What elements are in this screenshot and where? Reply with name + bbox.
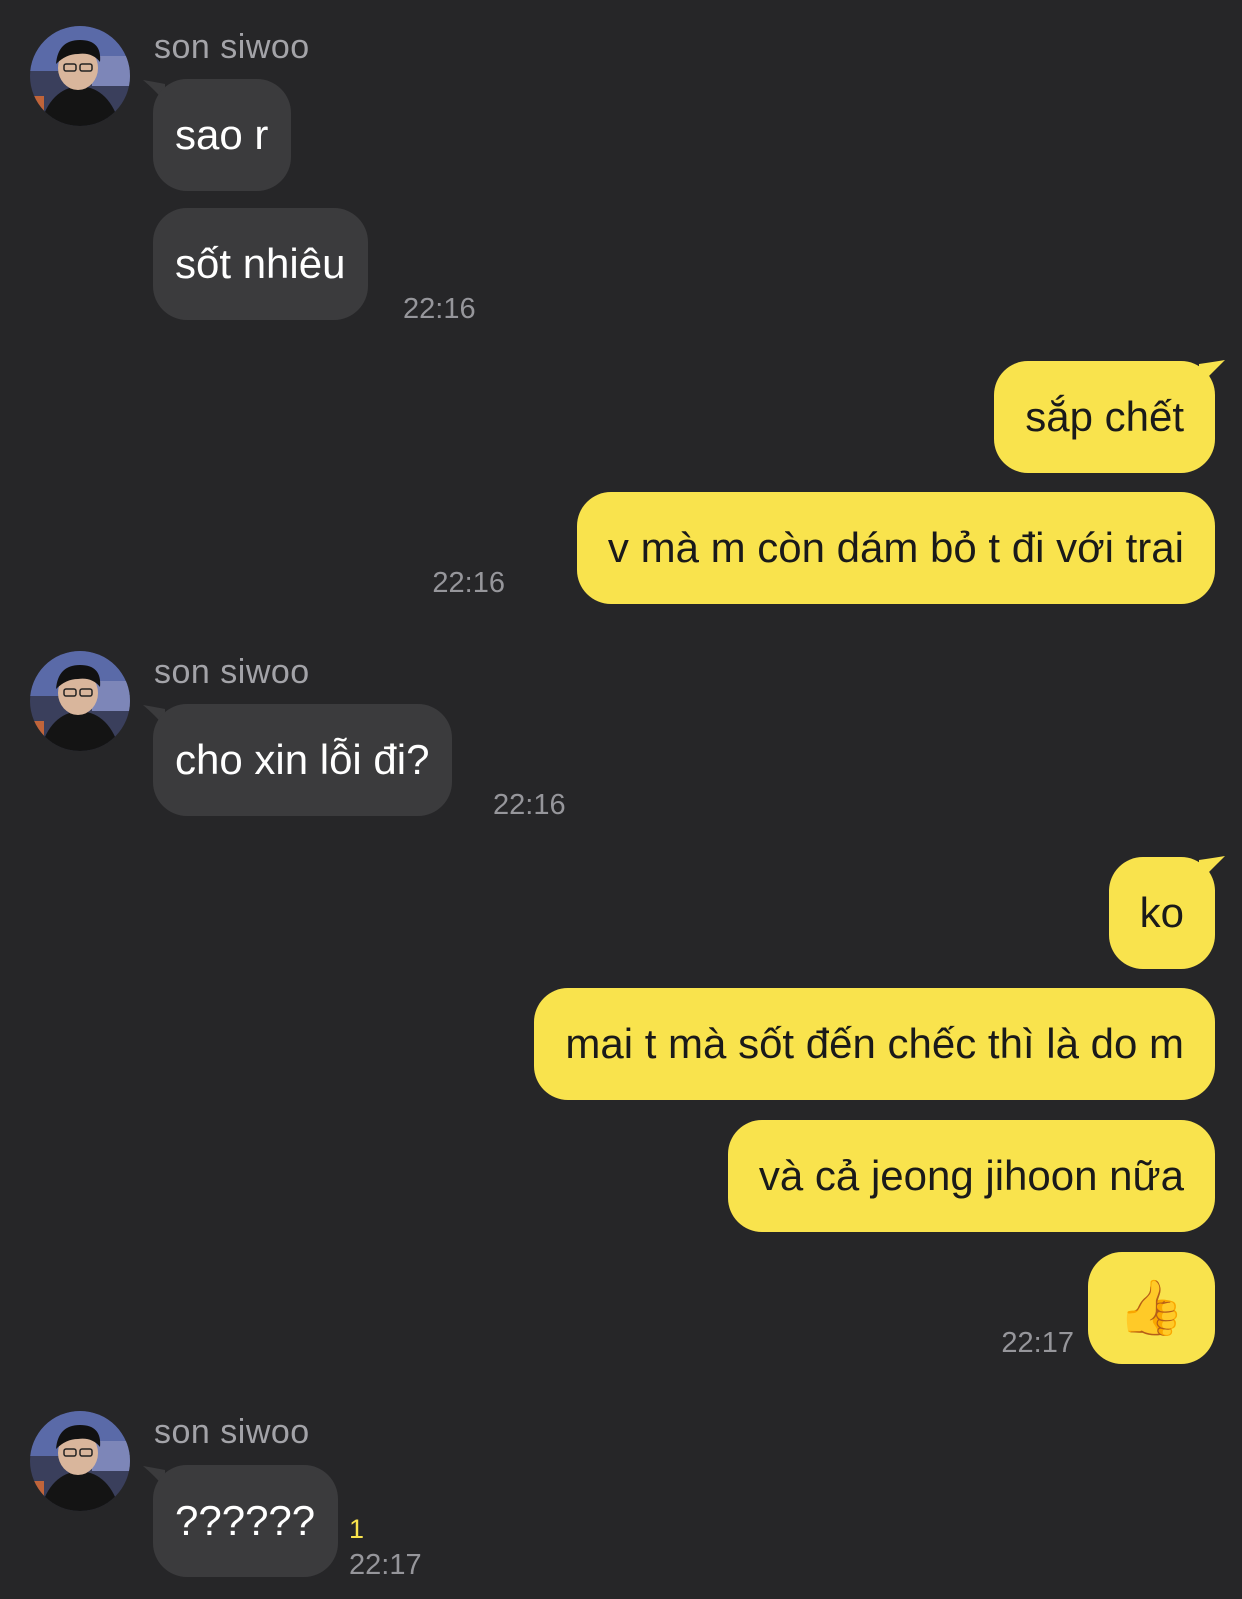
- avatar[interactable]: [30, 651, 130, 751]
- message-timestamp: 22:17: [1001, 1327, 1074, 1359]
- message-timestamp: 22:17: [349, 1549, 422, 1581]
- avatar-photo-icon: [30, 1411, 130, 1511]
- sender-name: son siwoo: [154, 653, 310, 691]
- sender-name: son siwoo: [154, 28, 310, 66]
- thumbs-up-emoji-bubble[interactable]: 👍: [1087, 1252, 1215, 1364]
- message-bubble[interactable]: cho xin lỗi đi?: [153, 704, 453, 816]
- message-bubble[interactable]: v mà m còn dám bỏ t đi với trai: [576, 492, 1215, 604]
- message-bubble[interactable]: sắp chết: [994, 361, 1215, 473]
- thumbs-up-icon: 👍: [1117, 1278, 1185, 1338]
- message-bubble[interactable]: sốt nhiêu: [153, 208, 369, 320]
- message-bubble[interactable]: sao r: [153, 79, 292, 191]
- avatar-photo-icon: [30, 26, 130, 126]
- message-bubble[interactable]: ??????: [153, 1465, 339, 1577]
- avatar[interactable]: [30, 26, 130, 126]
- unread-count-badge: 1: [349, 1514, 365, 1544]
- avatar-photo-icon: [30, 651, 130, 751]
- message-bubble[interactable]: mai t mà sốt đến chếc thì là do m: [534, 988, 1215, 1100]
- message-timestamp: 22:16: [432, 567, 505, 599]
- message-bubble[interactable]: ko: [1108, 857, 1215, 969]
- message-bubble[interactable]: và cả jeong jihoon nữa: [727, 1120, 1215, 1232]
- message-timestamp: 22:16: [403, 293, 476, 325]
- sender-name: son siwoo: [154, 1413, 310, 1451]
- message-timestamp: 22:16: [493, 789, 566, 821]
- avatar[interactable]: [30, 1411, 130, 1511]
